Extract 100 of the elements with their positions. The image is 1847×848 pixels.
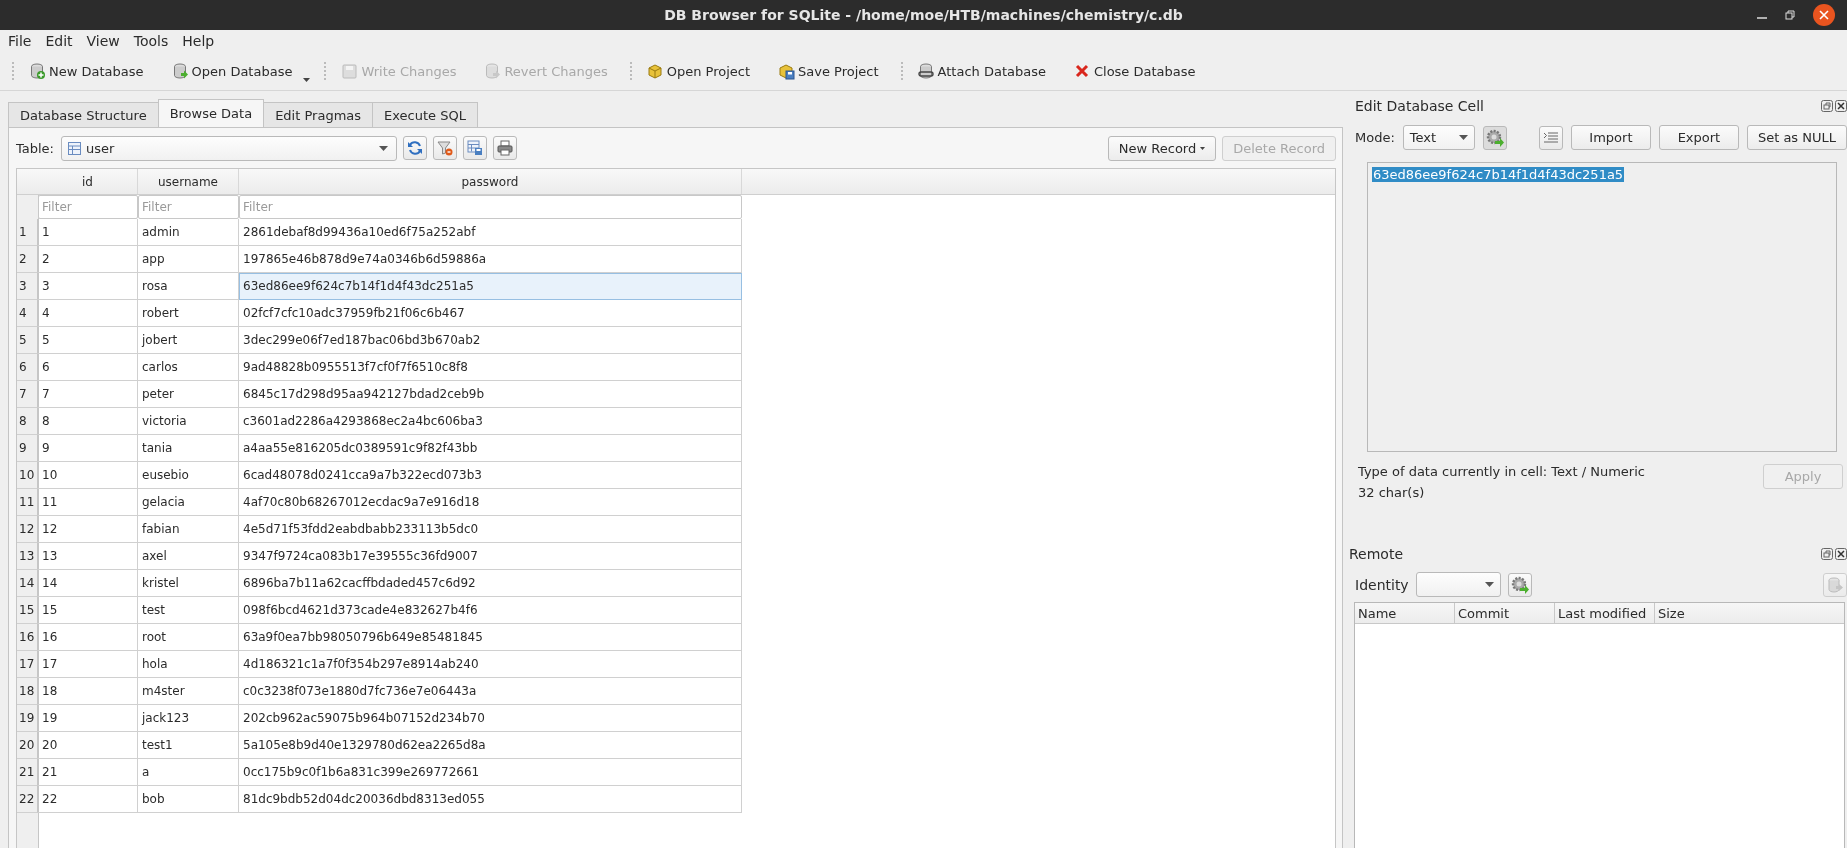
toolbar-button[interactable]: Open Database (165, 59, 317, 83)
column-header[interactable]: username (138, 169, 239, 194)
table-cell[interactable]: 4 (38, 300, 138, 327)
table-cell[interactable]: 10 (38, 462, 138, 489)
table-cell[interactable]: m4ster (138, 678, 239, 705)
table-cell[interactable]: 8 (38, 408, 138, 435)
tab[interactable]: Execute SQL (372, 102, 478, 127)
table-cell[interactable]: victoria (138, 408, 239, 435)
table-cell[interactable]: 1 (38, 219, 138, 246)
menu-item[interactable]: Help (182, 33, 215, 49)
save-table-button[interactable] (463, 136, 487, 160)
table-cell[interactable]: 19 (38, 705, 138, 732)
table-cell[interactable]: 202cb962ac59075b964b07152d234b70 (239, 705, 742, 732)
table-cell[interactable]: kristel (138, 570, 239, 597)
filter-field[interactable]: Filter (138, 195, 239, 219)
table-cell[interactable]: peter (138, 381, 239, 408)
close-icon[interactable] (1835, 100, 1847, 112)
table-cell[interactable]: app (138, 246, 239, 273)
toolbar-button[interactable]: Save Project (772, 59, 885, 83)
tab[interactable]: Browse Data (157, 99, 265, 127)
table-cell[interactable]: 13 (38, 543, 138, 570)
table-cell[interactable]: 14 (38, 570, 138, 597)
column-header[interactable]: password (239, 169, 742, 194)
table-cell[interactable]: 02fcf7cfc10adc37959fb21f06c6b467 (239, 300, 742, 327)
table-cell[interactable]: eusebio (138, 462, 239, 489)
table-cell[interactable]: 5a105e8b9d40e1329780d62ea2265d8a (239, 732, 742, 759)
table-cell[interactable]: tania (138, 435, 239, 462)
float-icon[interactable] (1821, 100, 1833, 112)
table-cell[interactable]: 63ed86ee9f624c7b14f1d4f43dc251a5 (239, 273, 742, 300)
tab[interactable]: Edit Pragmas (263, 102, 374, 127)
table-cell[interactable]: 3dec299e06f7ed187bac06bd3b670ab2 (239, 327, 742, 354)
table-cell[interactable]: 2 (38, 246, 138, 273)
table-cell[interactable]: 15 (38, 597, 138, 624)
column-header[interactable]: Last modified (1555, 603, 1655, 623)
toolbar-button[interactable]: Close Database (1067, 59, 1202, 83)
toolbar-button[interactable]: New Database (23, 59, 150, 83)
table-cell[interactable]: 16 (38, 624, 138, 651)
table-cell[interactable]: fabian (138, 516, 239, 543)
table-cell[interactable]: 6896ba7b11a62cacffbdaded457c6d92 (239, 570, 742, 597)
table-cell[interactable]: 6845c17d298d95aa942127bdad2ceb9b (239, 381, 742, 408)
table-cell[interactable]: 4af70c80b68267012ecdac9a7e916d18 (239, 489, 742, 516)
filter-field[interactable]: Filter (38, 195, 138, 219)
table-cell[interactable]: a4aa55e816205dc0389591c9f82f43bb (239, 435, 742, 462)
print-button[interactable] (493, 136, 517, 160)
toolbar-button[interactable]: Open Project (640, 59, 757, 83)
table-cell[interactable]: 22 (38, 786, 138, 813)
restore-icon[interactable] (1785, 10, 1795, 20)
menu-item[interactable]: Edit (45, 33, 73, 49)
toolbar-button[interactable]: Attach Database (911, 59, 1052, 83)
table-cell[interactable]: root (138, 624, 239, 651)
column-header[interactable]: id (38, 169, 138, 194)
table-cell[interactable]: test1 (138, 732, 239, 759)
table-cell[interactable]: 63a9f0ea7bb98050796b649e85481845 (239, 624, 742, 651)
new-record-button[interactable]: New Record (1107, 135, 1217, 161)
table-cell[interactable]: 17 (38, 651, 138, 678)
menu-item[interactable]: File (8, 33, 32, 49)
dialog-button[interactable]: Export (1658, 125, 1739, 150)
table-cell[interactable]: a (138, 759, 239, 786)
menu-item[interactable]: Tools (133, 33, 169, 49)
table-cell[interactable]: 18 (38, 678, 138, 705)
table-dropdown[interactable]: user (61, 135, 397, 161)
table-cell[interactable]: 20 (38, 732, 138, 759)
table-cell[interactable]: 11 (38, 489, 138, 516)
dialog-button[interactable]: Set as NULL (1746, 125, 1847, 150)
table-cell[interactable]: 12 (38, 516, 138, 543)
tab[interactable]: Database Structure (8, 102, 159, 127)
table-cell[interactable]: 7 (38, 381, 138, 408)
close-icon[interactable] (1835, 548, 1847, 560)
table-cell[interactable]: 6 (38, 354, 138, 381)
table-cell[interactable]: 6cad48078d0241cca9a7b322ecd073b3 (239, 462, 742, 489)
table-cell[interactable]: 21 (38, 759, 138, 786)
table-cell[interactable]: c3601ad2286a4293868ec2a4bc606ba3 (239, 408, 742, 435)
dialog-button[interactable]: Import (1570, 125, 1651, 150)
table-cell[interactable]: jobert (138, 327, 239, 354)
table-cell[interactable]: axel (138, 543, 239, 570)
menu-item[interactable]: View (86, 33, 120, 49)
table-cell[interactable]: 9ad48828b0955513f7cf0f7f6510c8f8 (239, 354, 742, 381)
clear-filters-button[interactable] (433, 136, 457, 160)
table-cell[interactable]: 098f6bcd4621d373cade4e832627b4f6 (239, 597, 742, 624)
table-cell[interactable]: 5 (38, 327, 138, 354)
identity-settings-button[interactable] (1507, 572, 1532, 597)
auto-switch-button[interactable] (1482, 125, 1507, 150)
table-cell[interactable]: c0c3238f073e1880d7fc736e7e06443a (239, 678, 742, 705)
table-cell[interactable]: bob (138, 786, 239, 813)
column-header[interactable]: Commit (1455, 603, 1555, 623)
table-cell[interactable]: carlos (138, 354, 239, 381)
table-cell[interactable]: 4d186321c1a7f0f354b297e8914ab240 (239, 651, 742, 678)
table-cell[interactable]: hola (138, 651, 239, 678)
table-cell[interactable]: robert (138, 300, 239, 327)
table-cell[interactable]: 2861debaf8d99436a10ed6f75a252abf (239, 219, 742, 246)
column-header[interactable]: Name (1355, 603, 1455, 623)
table-cell[interactable]: jack123 (138, 705, 239, 732)
table-cell[interactable]: admin (138, 219, 239, 246)
table-cell[interactable]: 0cc175b9c0f1b6a831c399e269772661 (239, 759, 742, 786)
table-cell[interactable]: 9347f9724ca083b17e39555c36fd9007 (239, 543, 742, 570)
table-cell[interactable]: 4e5d71f53fdd2eabdbabb233113b5dc0 (239, 516, 742, 543)
float-icon[interactable] (1821, 548, 1833, 560)
refresh-button[interactable] (403, 136, 427, 160)
mode-dropdown[interactable]: Text (1402, 125, 1475, 150)
table-cell[interactable]: 9 (38, 435, 138, 462)
